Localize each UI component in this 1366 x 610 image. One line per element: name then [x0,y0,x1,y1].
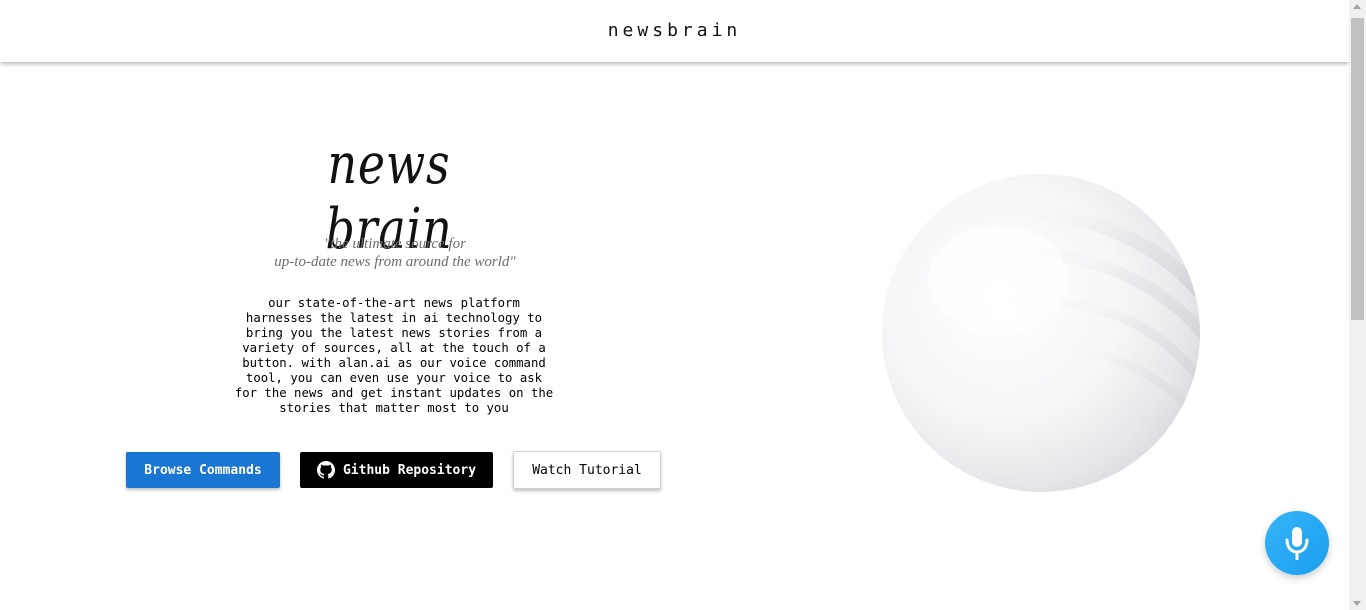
top-app-bar: newsbrain [0,0,1349,62]
vertical-scrollbar[interactable] [1349,0,1366,610]
tagline-line-1: "the ultimate source for [324,236,466,252]
scroll-down-arrow-icon[interactable] [1353,601,1361,606]
browse-commands-button[interactable]: Browse Commands [126,452,280,488]
brand-title: newsbrain [607,19,742,41]
sphere-graphic [878,170,1204,496]
page: newsbrain news brain "the ultimate sourc… [0,0,1366,610]
hero-tagline: "the ultimate source for up-to-date news… [210,235,580,271]
github-repository-button[interactable]: Github Repository [300,452,493,488]
browse-commands-label: Browse Commands [144,462,262,478]
watch-tutorial-button[interactable]: Watch Tutorial [513,451,661,489]
scroll-up-arrow-icon[interactable] [1353,4,1361,9]
github-repository-label: Github Repository [342,462,477,478]
scrollbar-thumb[interactable] [1351,18,1364,320]
hero-description: our state-of-the-art news platform harne… [234,296,554,415]
tagline-line-2: up-to-date news from around the world" [274,254,516,270]
voice-assistant-button[interactable] [1265,511,1329,575]
microphone-icon [1285,527,1309,560]
github-icon [316,461,335,479]
watch-tutorial-label: Watch Tutorial [532,462,642,478]
